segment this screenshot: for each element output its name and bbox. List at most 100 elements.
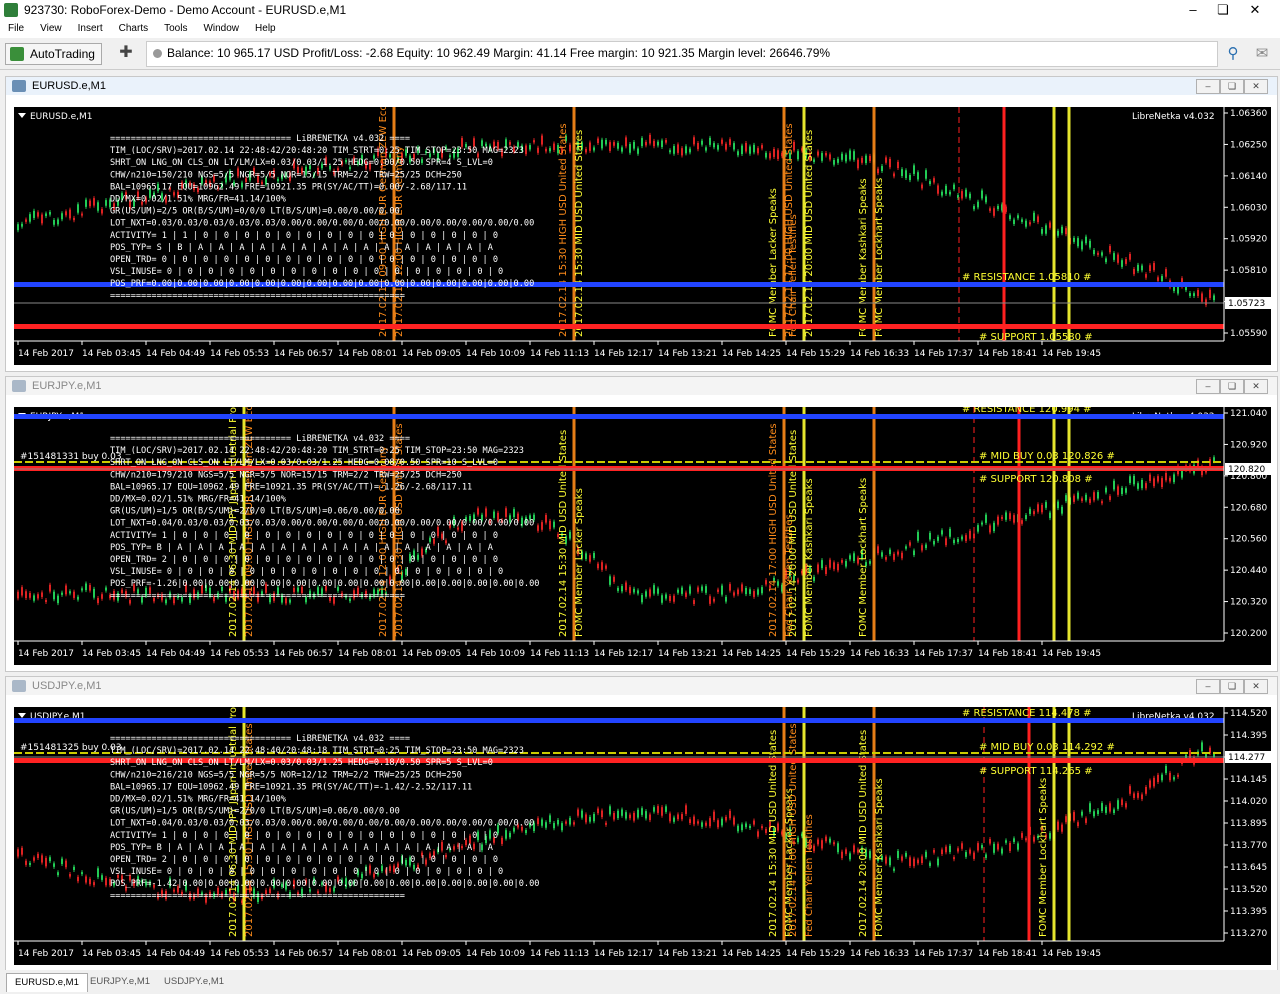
candle-body xyxy=(681,587,683,594)
candle-body xyxy=(765,828,767,833)
candle-body xyxy=(853,845,855,853)
candle-body xyxy=(629,814,631,819)
maximize-button[interactable]: ❏ xyxy=(1206,0,1240,20)
candle-body xyxy=(705,586,707,593)
autotrading-icon xyxy=(10,47,24,61)
candle-body xyxy=(933,540,935,545)
info-line: POS_PRF=-1.26|0.00|0.00|0.00|0.00|0.00|0… xyxy=(110,579,539,589)
minimize-button[interactable]: – xyxy=(1176,0,1210,20)
candle-body xyxy=(1037,504,1039,512)
chart-window-titlebar[interactable]: USDJPY.e,M1 – ❏ ✕ xyxy=(6,677,1277,695)
chart-restore-button[interactable]: ❏ xyxy=(1220,79,1244,94)
menu-view[interactable]: View xyxy=(32,20,70,38)
candle-body xyxy=(965,852,967,857)
candle-body xyxy=(1085,236,1087,244)
candle-body xyxy=(1105,487,1107,493)
info-line: =================================== LiBR… xyxy=(110,734,410,744)
chart-close-button[interactable]: ✕ xyxy=(1244,379,1268,394)
candle-body xyxy=(73,217,75,221)
chart-restore-button[interactable]: ❏ xyxy=(1220,379,1244,394)
candle-body xyxy=(545,514,547,523)
candle-body xyxy=(93,588,95,598)
menu-insert[interactable]: Insert xyxy=(70,20,111,38)
candle-body xyxy=(1017,843,1019,850)
price-chart[interactable]: EURJPY.e,M1LibreNetka v4.0322017.02.14 0… xyxy=(14,407,1271,665)
candle-body xyxy=(901,552,903,559)
candle-body xyxy=(905,546,907,549)
candle-body xyxy=(741,145,743,154)
candle-body xyxy=(81,213,83,216)
candle-body xyxy=(745,143,747,152)
candle-body xyxy=(929,532,931,540)
candle-body xyxy=(893,553,895,560)
chart-window-titlebar[interactable]: EURUSD.e,M1 – ❏ ✕ xyxy=(6,77,1277,95)
candle-body xyxy=(673,595,675,602)
candle-body xyxy=(913,858,915,867)
time-tick-label: 14 Feb 05:53 xyxy=(210,949,269,959)
menu-charts[interactable]: Charts xyxy=(111,20,156,38)
candle-body xyxy=(997,516,999,525)
candle-body xyxy=(553,823,555,829)
candle-body xyxy=(853,151,855,160)
candle-body xyxy=(553,521,555,528)
candle-body xyxy=(45,599,47,603)
menu-file[interactable]: File xyxy=(0,20,32,38)
candle-body xyxy=(657,141,659,146)
candle-body xyxy=(1049,833,1051,839)
close-button[interactable]: ✕ xyxy=(1238,0,1272,20)
candle-body xyxy=(1129,786,1131,794)
chat-icon[interactable]: ✉ xyxy=(1252,44,1272,62)
candle-body xyxy=(829,559,831,568)
info-line: OPEN_TRD= 2 | 0 | 0 | 0 | 0 | 0 | 0 | 0 … xyxy=(110,855,498,865)
event-label: 2017.02.14 20:00 MID USD United States xyxy=(804,130,815,337)
candle-body xyxy=(933,849,935,853)
chart-window-eurusd[interactable]: EURUSD.e,M1 – ❏ ✕ EURUSD.e,M1 LibreNetka … xyxy=(5,76,1278,372)
info-line: TIM_(LOC/SRV)=2017.02.14 22:48:40/20:48:… xyxy=(110,746,524,756)
time-tick-label: 14 Feb 11:13 xyxy=(530,349,589,359)
time-tick-label: 14 Feb 08:01 xyxy=(338,949,397,959)
price-tick-label: 113.770 xyxy=(1230,841,1267,851)
tab-usdjpy[interactable]: USDJPY.e,M1 xyxy=(156,973,232,991)
info-line: ========================================… xyxy=(110,291,405,301)
event-label: FOMC Member Lockhart Speaks xyxy=(874,178,885,337)
crosshair-button[interactable]: ✚ xyxy=(115,43,137,63)
chart-minimize-button[interactable]: – xyxy=(1196,679,1220,694)
candle-body xyxy=(1121,799,1123,806)
autotrading-button[interactable]: AutoTrading xyxy=(5,43,102,65)
time-tick-label: 14 Feb 09:05 xyxy=(402,649,461,659)
chart-minimize-button[interactable]: – xyxy=(1196,379,1220,394)
event-label: FOMC Member Lockhart Speaks xyxy=(1038,778,1049,937)
candle-body xyxy=(49,211,51,215)
menu-help[interactable]: Help xyxy=(247,20,284,38)
candle-body xyxy=(613,142,615,146)
chart-window-eurjpy[interactable]: EURJPY.e,M1 – ❏ ✕ EURJPY.e,M1LibreNetka … xyxy=(5,376,1278,672)
tab-eurusd[interactable]: EURUSD.e,M1 xyxy=(6,973,88,992)
candle-body xyxy=(49,857,51,862)
candle-body xyxy=(729,810,731,819)
chart-restore-button[interactable]: ❏ xyxy=(1220,679,1244,694)
price-chart[interactable]: USDJPY.e,M1 LibreNetka v4.0322017.02.14 0… xyxy=(14,707,1271,965)
candle-body xyxy=(629,587,631,594)
time-tick-label: 14 Feb 10:09 xyxy=(466,949,525,959)
candle-body xyxy=(1009,513,1011,520)
search-icon[interactable]: ⚲ xyxy=(1224,44,1242,62)
price-chart[interactable]: EURUSD.e,M1 LibreNetka v4.0322017.02.14 0… xyxy=(14,107,1271,365)
candle-body xyxy=(477,508,479,515)
chart-minimize-button[interactable]: – xyxy=(1196,79,1220,94)
candle-body xyxy=(1101,252,1103,256)
menu-tools[interactable]: Tools xyxy=(156,20,195,38)
chart-window-usdjpy[interactable]: USDJPY.e,M1 – ❏ ✕ USDJPY.e,M1 LibreNetka … xyxy=(5,676,1278,972)
menu-window[interactable]: Window xyxy=(195,20,247,38)
candle-body xyxy=(821,560,823,569)
candle-body xyxy=(1125,488,1127,493)
tab-eurjpy[interactable]: EURJPY.e,M1 xyxy=(82,973,158,991)
time-tick-label: 14 Feb 19:45 xyxy=(1042,349,1101,359)
chart-window-titlebar[interactable]: EURJPY.e,M1 – ❏ ✕ xyxy=(6,377,1277,395)
candle-body xyxy=(505,508,507,517)
time-tick-label: 14 Feb 03:45 xyxy=(82,649,141,659)
chart-close-button[interactable]: ✕ xyxy=(1244,679,1268,694)
chart-close-button[interactable]: ✕ xyxy=(1244,79,1268,94)
candle-body xyxy=(705,147,707,151)
candle-body xyxy=(29,593,31,598)
candle-body xyxy=(1093,811,1095,817)
